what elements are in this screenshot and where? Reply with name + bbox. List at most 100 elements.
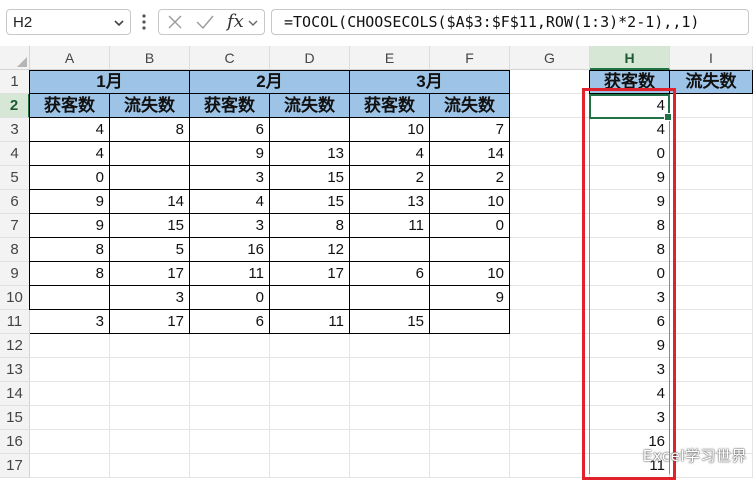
- cell[interactable]: [430, 382, 510, 406]
- chevron-down-icon[interactable]: [247, 17, 259, 29]
- cell[interactable]: [510, 214, 590, 238]
- cell[interactable]: [510, 94, 590, 118]
- select-all-corner[interactable]: [0, 46, 30, 70]
- cell[interactable]: [510, 406, 590, 430]
- table-cell[interactable]: 15: [270, 190, 350, 214]
- cell[interactable]: [350, 382, 430, 406]
- cell[interactable]: [350, 334, 430, 358]
- table-cell[interactable]: 8: [30, 238, 110, 262]
- column-header-a[interactable]: A: [30, 46, 110, 70]
- cell[interactable]: [510, 142, 590, 166]
- row-header-9[interactable]: 9: [0, 262, 30, 286]
- name-box[interactable]: H2: [6, 9, 131, 35]
- row-header-17[interactable]: 17: [0, 454, 30, 478]
- row-header-7[interactable]: 7: [0, 214, 30, 238]
- cell[interactable]: [670, 214, 753, 238]
- table-cell[interactable]: [350, 238, 430, 262]
- table-cell[interactable]: 9: [430, 286, 510, 310]
- table-cell[interactable]: 10: [350, 118, 430, 142]
- month-header-cell[interactable]: 1月: [30, 70, 190, 94]
- worksheet-grid[interactable]: A B C D E F G H I 1 2 3 4 5 6 7 8 9 10 11 12 13 14 15 16 17 1月 2月 3月…: [0, 46, 753, 480]
- cell[interactable]: [510, 166, 590, 190]
- table-cell[interactable]: 6: [190, 310, 270, 334]
- table-cell[interactable]: 4: [30, 142, 110, 166]
- cell[interactable]: [430, 454, 510, 478]
- cell[interactable]: [270, 406, 350, 430]
- cell[interactable]: [270, 358, 350, 382]
- formula-text[interactable]: =TOCOL(CHOOSECOLS($A$3:$F$11,ROW(1:3)*2-…: [284, 13, 699, 31]
- name-box-value[interactable]: H2: [13, 14, 32, 31]
- table-cell[interactable]: 8: [110, 118, 190, 142]
- cell[interactable]: [30, 334, 110, 358]
- table-cell[interactable]: 10: [430, 262, 510, 286]
- table-cell[interactable]: 12: [270, 238, 350, 262]
- column-header-g[interactable]: G: [510, 46, 590, 70]
- cell[interactable]: [670, 406, 753, 430]
- column-header-b[interactable]: B: [110, 46, 190, 70]
- cell[interactable]: [110, 334, 190, 358]
- table-cell[interactable]: 16: [190, 238, 270, 262]
- table-cell[interactable]: 2: [350, 166, 430, 190]
- table-cell[interactable]: 17: [270, 262, 350, 286]
- table-cell[interactable]: [270, 286, 350, 310]
- cell[interactable]: [430, 430, 510, 454]
- row-header-12[interactable]: 12: [0, 334, 30, 358]
- row-header-1[interactable]: 1: [0, 70, 30, 94]
- formula-input[interactable]: =TOCOL(CHOOSECOLS($A$3:$F$11,ROW(1:3)*2-…: [271, 9, 749, 35]
- column-header-i[interactable]: I: [670, 46, 753, 70]
- column-header-c[interactable]: C: [190, 46, 270, 70]
- row-header-16[interactable]: 16: [0, 430, 30, 454]
- cell[interactable]: [190, 382, 270, 406]
- row-header-14[interactable]: 14: [0, 382, 30, 406]
- table-cell[interactable]: [430, 310, 510, 334]
- table-cell[interactable]: 17: [110, 310, 190, 334]
- cell[interactable]: [270, 454, 350, 478]
- table-cell[interactable]: 8: [30, 262, 110, 286]
- cell[interactable]: [30, 358, 110, 382]
- cell[interactable]: [510, 190, 590, 214]
- table-cell[interactable]: [270, 118, 350, 142]
- table-cell[interactable]: 0: [30, 166, 110, 190]
- cell[interactable]: [670, 310, 753, 334]
- table-cell[interactable]: 17: [110, 262, 190, 286]
- table-cell[interactable]: 4: [190, 190, 270, 214]
- table-cell[interactable]: 15: [110, 214, 190, 238]
- cell[interactable]: [510, 118, 590, 142]
- table-header-cell[interactable]: 流失数: [110, 94, 190, 118]
- table-cell[interactable]: 7: [430, 118, 510, 142]
- table-cell[interactable]: 11: [350, 214, 430, 238]
- month-header-cell[interactable]: 3月: [350, 70, 510, 94]
- table-cell[interactable]: 13: [350, 190, 430, 214]
- cell[interactable]: [670, 358, 753, 382]
- table-cell[interactable]: 3: [190, 214, 270, 238]
- cell[interactable]: [190, 334, 270, 358]
- cell[interactable]: [430, 358, 510, 382]
- cell[interactable]: [110, 430, 190, 454]
- cell[interactable]: [510, 286, 590, 310]
- cell[interactable]: [670, 262, 753, 286]
- table-header-cell[interactable]: 获客数: [190, 94, 270, 118]
- table-cell[interactable]: 9: [30, 214, 110, 238]
- table-cell[interactable]: 15: [270, 166, 350, 190]
- cell[interactable]: [350, 454, 430, 478]
- cell[interactable]: [30, 382, 110, 406]
- cell[interactable]: [110, 454, 190, 478]
- table-header-cell[interactable]: 获客数: [350, 94, 430, 118]
- cell[interactable]: [670, 286, 753, 310]
- row-header-6[interactable]: 6: [0, 190, 30, 214]
- row-header-13[interactable]: 13: [0, 358, 30, 382]
- cell[interactable]: [670, 118, 753, 142]
- cell[interactable]: [670, 238, 753, 262]
- cell[interactable]: [270, 430, 350, 454]
- cell[interactable]: [190, 358, 270, 382]
- column-header-d[interactable]: D: [270, 46, 350, 70]
- cell[interactable]: [350, 406, 430, 430]
- table-header-cell[interactable]: 流失数: [270, 94, 350, 118]
- row-header-10[interactable]: 10: [0, 286, 30, 310]
- column-header-h[interactable]: H: [590, 46, 670, 70]
- table-cell[interactable]: 6: [190, 118, 270, 142]
- row-header-2[interactable]: 2: [0, 94, 30, 118]
- cell[interactable]: [670, 334, 753, 358]
- cell[interactable]: [110, 358, 190, 382]
- cell[interactable]: [430, 334, 510, 358]
